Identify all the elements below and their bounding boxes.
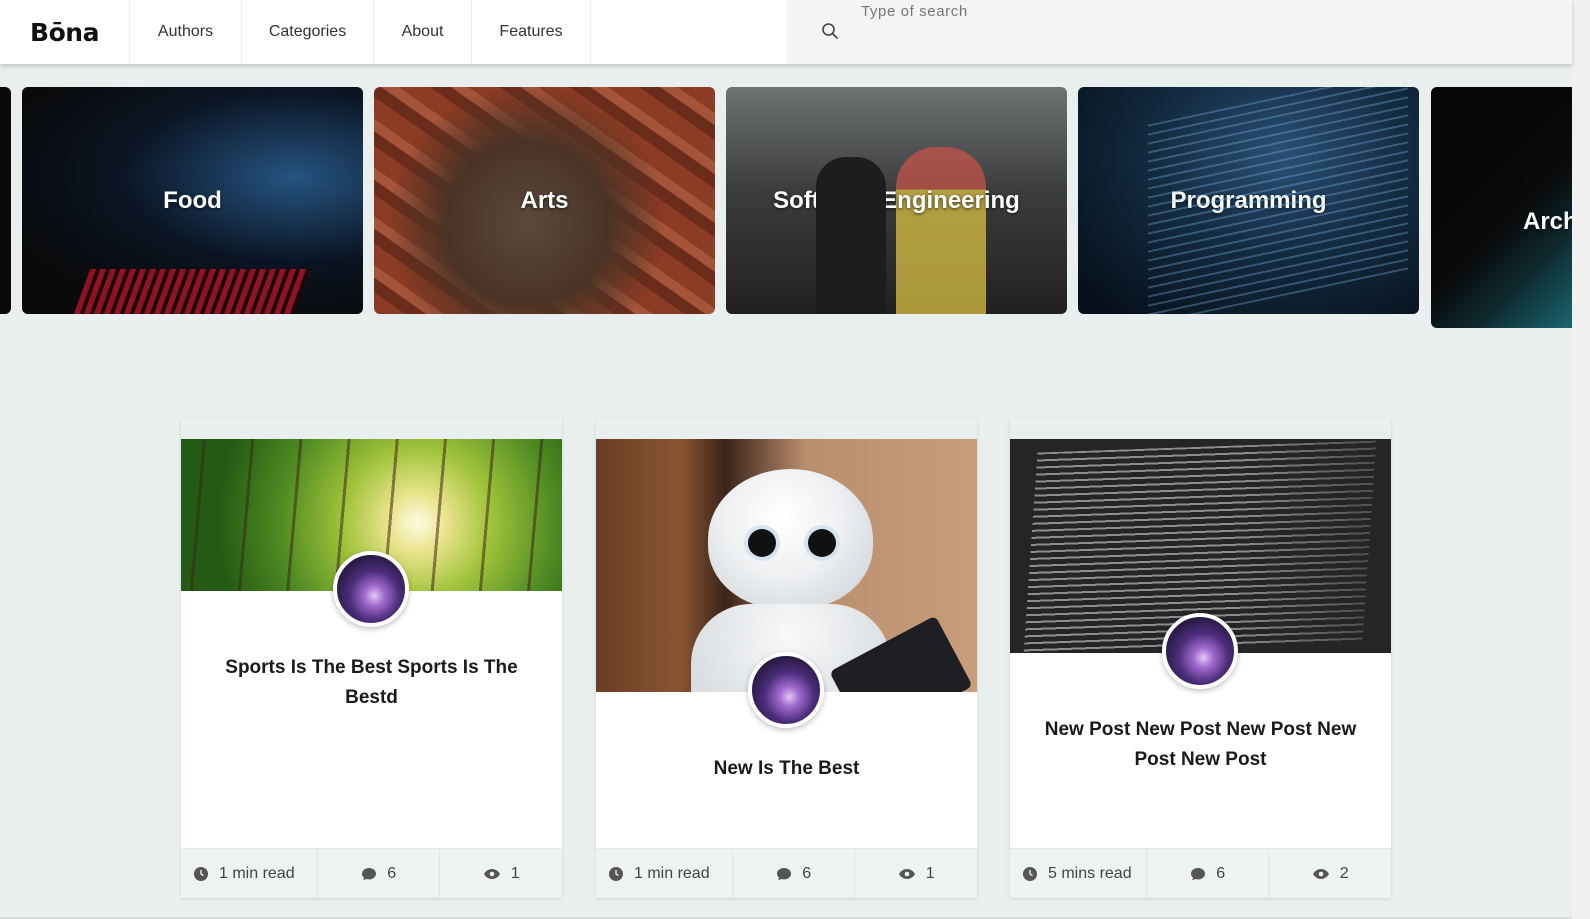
read-time-label: 1 min read [219, 864, 295, 882]
view-count-label: 2 [1339, 864, 1349, 882]
author-avatar[interactable] [748, 652, 824, 728]
category-label: Arts [520, 186, 569, 214]
post-title[interactable]: Sports Is The Best Sports Is The Bestd [211, 653, 532, 713]
nav-features[interactable]: Features [472, 0, 591, 64]
post-stats: 1 min read 6 1 [596, 848, 977, 898]
category-software-engineering[interactable]: Software Engineering [726, 87, 1067, 314]
view-count-label: 1 [925, 864, 935, 882]
clock-icon [609, 866, 623, 881]
search-input[interactable] [861, 0, 1541, 22]
nav-about[interactable]: About [374, 0, 472, 64]
category-slide-previous[interactable] [0, 87, 11, 314]
comment-icon [777, 867, 792, 880]
view-count: 1 [855, 849, 977, 898]
eye-icon [483, 868, 500, 879]
post-title[interactable]: New Post New Post New Post New Post New … [1040, 715, 1361, 775]
post-card[interactable]: New Is The Best 1 min read 6 1 [596, 418, 977, 898]
eye-icon [1312, 868, 1329, 879]
category-label: Arch [1523, 207, 1572, 235]
category-label: Food [163, 186, 222, 214]
page-scrollbar[interactable] [1572, 0, 1590, 919]
site-logo[interactable]: Bōna [0, 0, 130, 64]
comment-count-label: 6 [802, 864, 812, 882]
post-stats: 1 min read 6 1 [181, 848, 562, 898]
robot-image-head [708, 469, 873, 609]
post-title[interactable]: New Is The Best [626, 754, 947, 784]
view-count: 2 [1269, 849, 1391, 898]
read-time: 1 min read [596, 849, 733, 898]
view-count-label: 1 [510, 864, 520, 882]
view-count: 1 [440, 849, 562, 898]
read-time: 1 min read [181, 849, 318, 898]
post-stats: 5 mins read 6 2 [1010, 848, 1391, 898]
read-time-label: 1 min read [634, 864, 710, 882]
author-avatar[interactable] [1162, 613, 1238, 689]
post-card[interactable]: Sports Is The Best Sports Is The Bestd 1… [181, 418, 562, 898]
post-card[interactable]: New Post New Post New Post New Post New … [1010, 418, 1391, 898]
comment-count[interactable]: 6 [733, 849, 856, 898]
clock-icon [1023, 866, 1037, 881]
category-label: Software Engineering [773, 186, 1020, 214]
read-time: 5 mins read [1010, 849, 1147, 898]
nav-categories[interactable]: Categories [242, 0, 374, 64]
search-icon[interactable] [821, 22, 839, 40]
nav-authors[interactable]: Authors [130, 0, 242, 64]
comment-count-label: 6 [1216, 864, 1226, 882]
comment-icon [1191, 867, 1206, 880]
comment-count-label: 6 [387, 864, 397, 882]
card-top-band [1010, 418, 1391, 439]
author-avatar[interactable] [333, 551, 409, 627]
category-food[interactable]: Food [22, 87, 363, 314]
search-box [787, 0, 1572, 64]
robot-eye [808, 529, 836, 557]
eye-icon [898, 868, 915, 879]
comment-icon [362, 867, 377, 880]
read-time-label: 5 mins read [1048, 864, 1132, 882]
category-arch[interactable]: Arch [1431, 87, 1572, 328]
category-programming[interactable]: Programming [1078, 87, 1419, 314]
comment-count[interactable]: 6 [1147, 849, 1270, 898]
category-arts[interactable]: Arts [374, 87, 715, 314]
comment-count[interactable]: 6 [318, 849, 441, 898]
top-header: Bōna Authors Categories About Features [0, 0, 1572, 64]
card-top-band [181, 418, 562, 439]
category-label: Programming [1170, 186, 1327, 214]
clock-icon [194, 866, 208, 881]
card-top-band [596, 418, 977, 439]
robot-eye [748, 529, 776, 557]
